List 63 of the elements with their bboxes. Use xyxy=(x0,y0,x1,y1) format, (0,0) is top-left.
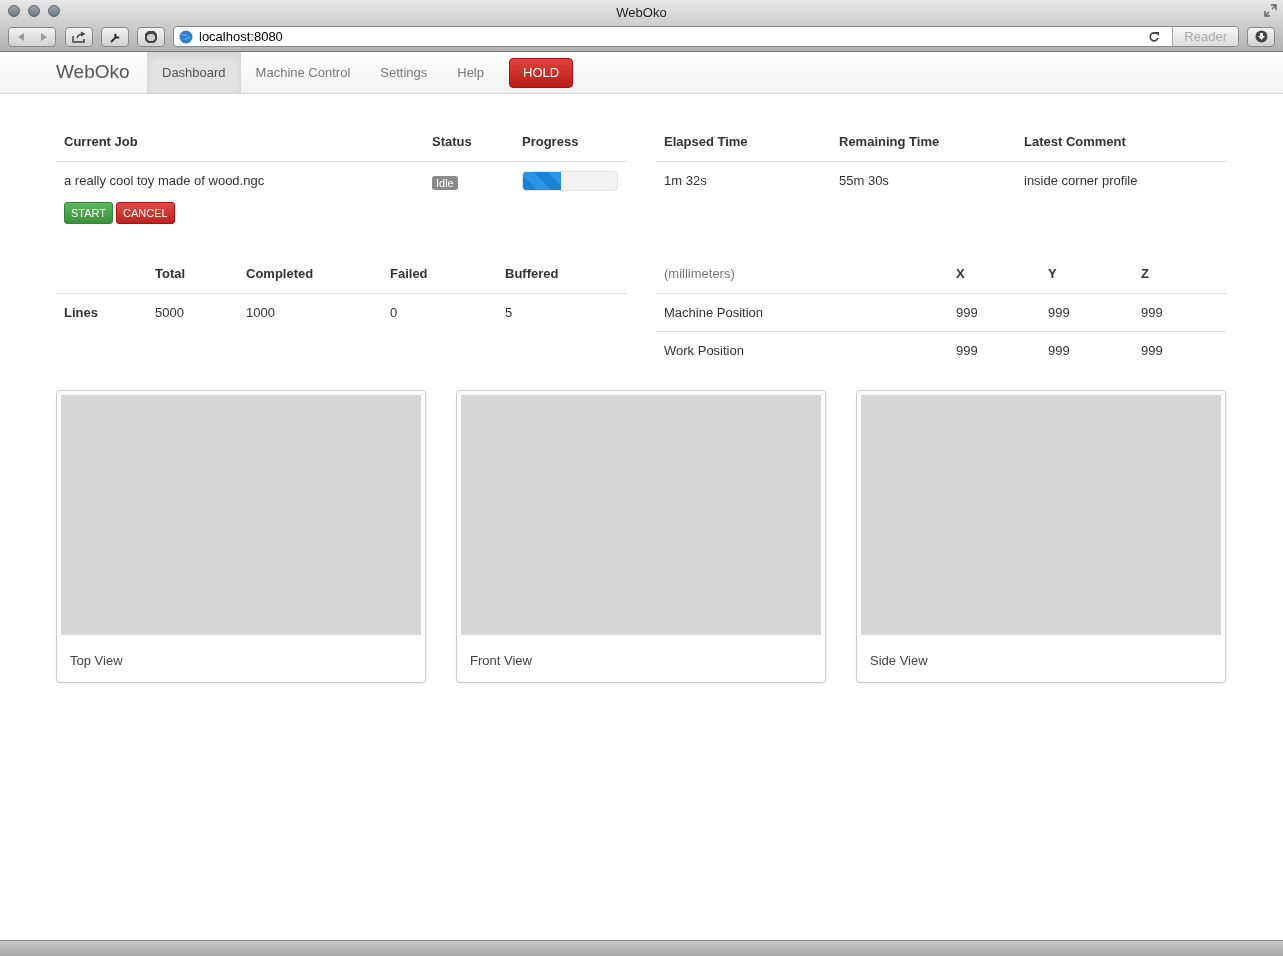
table-cell: 5000 xyxy=(155,304,184,320)
table-cell: 999 xyxy=(1141,304,1163,320)
column-header: Y xyxy=(1048,266,1057,281)
column-header: (millimeters) xyxy=(664,266,735,281)
brand-link[interactable]: WebOko xyxy=(56,52,147,93)
view-caption: Front View xyxy=(470,652,532,668)
column-header: Elapsed Time xyxy=(664,134,748,149)
stop-sign-icon xyxy=(144,29,158,44)
wrench-icon xyxy=(109,30,121,43)
nav-tab[interactable]: Machine Control xyxy=(240,52,366,93)
nav-tab[interactable]: Dashboard xyxy=(147,52,241,93)
table-cell-text: a really cool toy made of wood.ngc xyxy=(64,171,266,190)
table-cell: Lines xyxy=(64,304,98,320)
share-button[interactable] xyxy=(65,26,93,47)
zoom-window-icon[interactable] xyxy=(48,5,60,17)
column-header: Completed xyxy=(246,266,314,281)
column-header: Failed xyxy=(390,266,428,281)
address-field[interactable]: localhost:8080 Reader xyxy=(173,26,1239,47)
download-icon xyxy=(1254,30,1268,43)
column-header: Progress xyxy=(522,134,579,149)
globe-icon xyxy=(179,29,193,44)
nav-tab[interactable]: Settings xyxy=(365,52,443,93)
column-header: Current Job xyxy=(64,134,138,149)
hold-button[interactable]: HOLD xyxy=(509,57,574,88)
column-header: Buffered xyxy=(505,266,559,281)
forward-icon xyxy=(39,31,48,42)
table-cell: 999 xyxy=(1048,304,1070,320)
table-cell: 999 xyxy=(956,343,978,358)
column-header: X xyxy=(956,266,965,281)
table-cell: inside corner profile xyxy=(1024,172,1138,188)
table-cell: Work Position xyxy=(664,343,744,358)
table-cell: Machine Position xyxy=(664,304,763,320)
table-cell: 999 xyxy=(1048,343,1070,358)
table-cell: 55m 30s xyxy=(839,172,889,188)
fullscreen-icon[interactable] xyxy=(1264,4,1277,17)
stop-button[interactable] xyxy=(137,26,165,47)
column-header: Status xyxy=(432,134,472,149)
column-header: Z xyxy=(1141,266,1149,281)
table-cell: 999 xyxy=(1141,343,1163,358)
back-icon xyxy=(16,31,25,42)
table-cell: 1000 xyxy=(246,304,275,320)
back-forward-button[interactable] xyxy=(8,26,56,47)
reload-icon[interactable] xyxy=(1148,30,1161,43)
view-caption: Side View xyxy=(870,652,928,668)
column-header: Total xyxy=(155,266,186,281)
share-icon xyxy=(72,30,86,43)
table-cell: 0 xyxy=(390,304,398,320)
close-window-icon[interactable] xyxy=(8,5,20,17)
tools-button[interactable] xyxy=(101,26,129,47)
column-header: Remaining Time xyxy=(839,134,940,149)
view-caption: Top View xyxy=(70,652,123,668)
status-badge: Idle xyxy=(432,175,458,190)
window-title: WebOko xyxy=(616,5,667,20)
table-cell: 1m 32s xyxy=(664,172,707,188)
downloads-button[interactable] xyxy=(1247,26,1275,47)
table-cell: 999 xyxy=(956,304,978,320)
table-cell: 5 xyxy=(505,304,513,320)
start-button[interactable]: START xyxy=(64,202,114,224)
nav-tab[interactable]: Help xyxy=(442,52,499,93)
url-text: localhost:8080 xyxy=(199,27,284,46)
cancel-button[interactable]: CANCEL xyxy=(116,202,175,224)
minimize-window-icon[interactable] xyxy=(28,5,40,17)
column-header: Latest Comment xyxy=(1024,134,1126,149)
